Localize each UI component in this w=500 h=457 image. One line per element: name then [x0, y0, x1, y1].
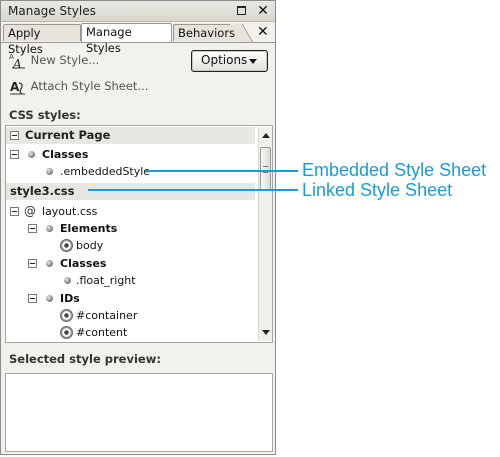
attach-style-sheet-label: Attach Style Sheet... [30, 79, 149, 93]
style-bullet-icon [64, 277, 71, 284]
id-style-icon [60, 309, 73, 322]
css-styles-tree[interactable]: Current Page Classes .embeddedStyle styl… [5, 125, 273, 343]
tab-apply-styles[interactable]: Apply Styles [3, 24, 81, 56]
linked-style-sheet-callout: Linked Style Sheet [302, 180, 453, 200]
bullet-icon [46, 225, 53, 232]
attach-style-sheet-link[interactable]: A Attach Style Sheet... [9, 77, 148, 95]
svg-text:A: A [10, 80, 20, 94]
embedded-style-sheet-callout: Embedded Style Sheet [302, 160, 487, 180]
svg-text:A: A [12, 57, 22, 69]
bullet-icon [46, 260, 53, 267]
tab-close-icon[interactable]: ✕ [257, 24, 269, 40]
tab-strip: Apply Styles Manage Styles Behaviors ✕ [1, 22, 275, 56]
manage-styles-panel: Manage Styles ✕ Apply Styles Manage Styl… [0, 0, 276, 455]
close-icon[interactable]: ✕ [255, 3, 271, 19]
embedded-callout-line [145, 170, 298, 172]
options-dropdown-button[interactable]: Options [191, 50, 268, 72]
css-styles-label: CSS styles: [9, 108, 81, 122]
bullet-icon [28, 151, 35, 158]
linked-callout-line [88, 189, 298, 191]
tree-group-current-page[interactable]: Current Page [6, 127, 255, 144]
scroll-down-arrow-icon[interactable] [262, 330, 270, 335]
element-style-icon [60, 239, 73, 252]
style-bullet-icon [46, 168, 53, 175]
bullet-icon [46, 295, 53, 302]
scroll-thumb[interactable] [260, 147, 271, 191]
collapse-icon[interactable] [10, 207, 19, 216]
import-at-icon: @ [24, 204, 36, 218]
scroll-up-arrow-icon[interactable] [262, 133, 270, 138]
tree-scrollbar[interactable] [258, 127, 272, 341]
tree-group-style3-css[interactable]: style3.css [6, 183, 255, 200]
collapse-icon[interactable] [10, 131, 19, 140]
restore-window-icon[interactable] [234, 3, 250, 19]
attach-style-sheet-icon: A [9, 79, 27, 95]
tab-behaviors[interactable]: Behaviors [173, 24, 243, 41]
collapse-icon[interactable] [10, 150, 19, 159]
tab-manage-styles[interactable]: Manage Styles [81, 23, 172, 55]
panel-title: Manage Styles [8, 4, 96, 18]
collapse-icon[interactable] [28, 224, 37, 233]
collapse-icon[interactable] [28, 294, 37, 303]
title-bar: Manage Styles ✕ [1, 1, 275, 22]
new-style-icon: A A [9, 53, 27, 71]
id-style-icon [60, 326, 73, 339]
dropdown-arrow-icon [249, 59, 257, 64]
options-label: Options [201, 53, 248, 67]
selected-style-preview-box [5, 373, 273, 452]
selected-style-preview-label: Selected style preview: [9, 352, 161, 366]
collapse-icon[interactable] [28, 259, 37, 268]
